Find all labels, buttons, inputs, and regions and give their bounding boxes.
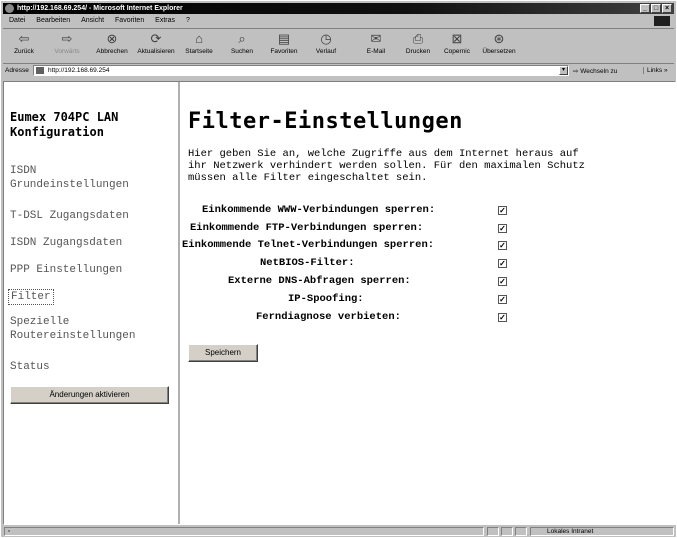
forward-arrow-icon: ⇨ bbox=[61, 31, 73, 46]
activate-changes-button[interactable]: Änderungen aktivieren bbox=[10, 386, 169, 404]
nav-isdn-grundeinstellungen[interactable]: ISDN Grundeinstellungen bbox=[10, 164, 129, 192]
nav-spezielle-routereinstellungen[interactable]: Spezielle Routereinstellungen bbox=[10, 315, 135, 343]
stop-button[interactable]: ⊗ Abbrechen bbox=[91, 31, 133, 56]
filter-checkbox-ftp[interactable]: ✓ bbox=[498, 224, 507, 233]
filter-label-netbios: NetBIOS-Filter: bbox=[260, 257, 355, 269]
filter-label-ferndiagnose: Ferndiagnose verbieten: bbox=[256, 311, 401, 323]
filter-label-www: Einkommende WWW-Verbindungen sperren: bbox=[202, 204, 436, 216]
nav-filter[interactable]: Filter bbox=[8, 289, 54, 305]
filter-checkbox-ferndiagnose[interactable]: ✓ bbox=[498, 313, 507, 322]
nav-isdn-zugangsdaten[interactable]: ISDN Zugangsdaten bbox=[10, 236, 122, 250]
menu-bar: Datei Bearbeiten Ansicht Favoriten Extra… bbox=[3, 15, 674, 27]
filter-checkbox-dns[interactable]: ✓ bbox=[498, 277, 507, 286]
status-cell-3 bbox=[515, 527, 527, 536]
search-button[interactable]: ⌕ Suchen bbox=[225, 31, 259, 56]
menu-bearbeiten[interactable]: Bearbeiten bbox=[36, 17, 70, 24]
filter-label-dns: Externe DNS-Abfragen sperren: bbox=[228, 275, 411, 287]
address-url: http://192.168.69.254 bbox=[48, 67, 110, 74]
maximize-button[interactable]: □ bbox=[651, 4, 661, 13]
page-title: Filter-Einstellungen bbox=[188, 109, 463, 134]
copernic-icon: ⊠ bbox=[451, 31, 463, 46]
mail-icon: ✉ bbox=[370, 31, 382, 46]
minimize-button[interactable]: _ bbox=[640, 4, 650, 13]
nav-tdsl-zugangsdaten[interactable]: T-DSL Zugangsdaten bbox=[10, 209, 129, 223]
menu-datei[interactable]: Datei bbox=[9, 17, 25, 24]
title-bar: http://192.168.69.254/ - Microsoft Inter… bbox=[3, 3, 674, 14]
print-icon: ⎙ bbox=[412, 31, 424, 46]
ie-logo-icon bbox=[5, 4, 14, 13]
history-button[interactable]: ◷ Verlauf bbox=[309, 31, 343, 56]
translate-icon: ⊛ bbox=[493, 31, 505, 46]
nav-frame: Eumex 704PC LAN Konfiguration ISDN Grund… bbox=[4, 82, 180, 524]
translate-button[interactable]: ⊛ Übersetzen bbox=[477, 31, 521, 56]
filter-checkbox-netbios[interactable]: ✓ bbox=[498, 259, 507, 268]
toolbar: ⇦ Zurück ⇨ Vorwärts ⊗ Abbrechen ⟳ Aktualisie… bbox=[3, 28, 674, 64]
page-icon bbox=[36, 67, 44, 74]
address-label: Adresse bbox=[5, 67, 29, 74]
address-input[interactable]: http://192.168.69.254 bbox=[33, 65, 569, 76]
filter-checkbox-ip-spoofing[interactable]: ✓ bbox=[498, 295, 507, 304]
filter-label-telnet: Einkommende Telnet-Verbindungen sperren: bbox=[182, 239, 435, 251]
filter-checkbox-www[interactable]: ✓ bbox=[498, 206, 507, 215]
filter-label-ftp: Einkommende FTP-Verbindungen sperren: bbox=[190, 222, 424, 234]
back-arrow-icon: ⇦ bbox=[18, 31, 30, 46]
search-icon: ⌕ bbox=[238, 31, 246, 46]
history-icon: ◷ bbox=[320, 31, 332, 46]
browser-window: http://192.168.69.254/ - Microsoft Inter… bbox=[0, 0, 677, 538]
status-cell-2 bbox=[501, 527, 513, 536]
mail-button[interactable]: ✉ E-Mail bbox=[359, 31, 393, 56]
nav-status[interactable]: Status bbox=[10, 360, 50, 374]
status-bar: ▫ Lokales Intranet bbox=[3, 527, 674, 537]
home-button[interactable]: ⌂ Startseite bbox=[181, 31, 217, 56]
filter-checkbox-telnet[interactable]: ✓ bbox=[498, 241, 507, 250]
main-frame: Filter-Einstellungen Hier geben Sie an, … bbox=[182, 82, 675, 524]
copernic-button[interactable]: ⊠ Copernic bbox=[439, 31, 475, 56]
windows-logo-icon bbox=[654, 16, 670, 26]
close-button[interactable]: × bbox=[662, 4, 672, 13]
address-bar: Adresse http://192.168.69.254 ▾ ⇨ Wechse… bbox=[3, 64, 674, 78]
sidebar-title: Eumex 704PC LAN Konfiguration bbox=[10, 110, 119, 139]
favorites-icon: ▤ bbox=[277, 31, 291, 46]
menu-favoriten[interactable]: Favoriten bbox=[115, 17, 144, 24]
filter-label-ip-spoofing: IP-Spoofing: bbox=[288, 293, 364, 305]
go-button[interactable]: ⇨ Wechseln zu bbox=[573, 67, 617, 75]
forward-button[interactable]: ⇨ Vorwärts bbox=[47, 31, 87, 56]
intro-text: Hier geben Sie an, welche Zugriffe aus d… bbox=[188, 148, 585, 184]
status-cell-1 bbox=[487, 527, 499, 536]
status-text: ▫ bbox=[4, 527, 484, 536]
nav-ppp-einstellungen[interactable]: PPP Einstellungen bbox=[10, 263, 122, 277]
print-button[interactable]: ⎙ Drucken bbox=[401, 31, 435, 56]
security-zone: Lokales Intranet bbox=[530, 527, 674, 536]
address-dropdown-button[interactable]: ▾ bbox=[559, 66, 568, 75]
menu-extras[interactable]: Extras bbox=[155, 17, 175, 24]
refresh-button[interactable]: ⟳ Aktualisieren bbox=[133, 31, 179, 56]
window-title: http://192.168.69.254/ - Microsoft Inter… bbox=[17, 5, 183, 12]
back-button[interactable]: ⇦ Zurück bbox=[9, 31, 39, 56]
menu-ansicht[interactable]: Ansicht bbox=[81, 17, 104, 24]
save-button[interactable]: Speichern bbox=[188, 344, 258, 362]
refresh-icon: ⟳ bbox=[150, 31, 162, 46]
page-status-icon: ▫ bbox=[8, 528, 11, 535]
stop-icon: ⊗ bbox=[106, 31, 118, 46]
home-icon: ⌂ bbox=[195, 31, 203, 46]
menu-help[interactable]: ? bbox=[186, 17, 190, 24]
page-content: Eumex 704PC LAN Konfiguration ISDN Grund… bbox=[3, 81, 676, 525]
favorites-button[interactable]: ▤ Favoriten bbox=[265, 31, 303, 56]
links-button[interactable]: Links » bbox=[643, 67, 668, 74]
